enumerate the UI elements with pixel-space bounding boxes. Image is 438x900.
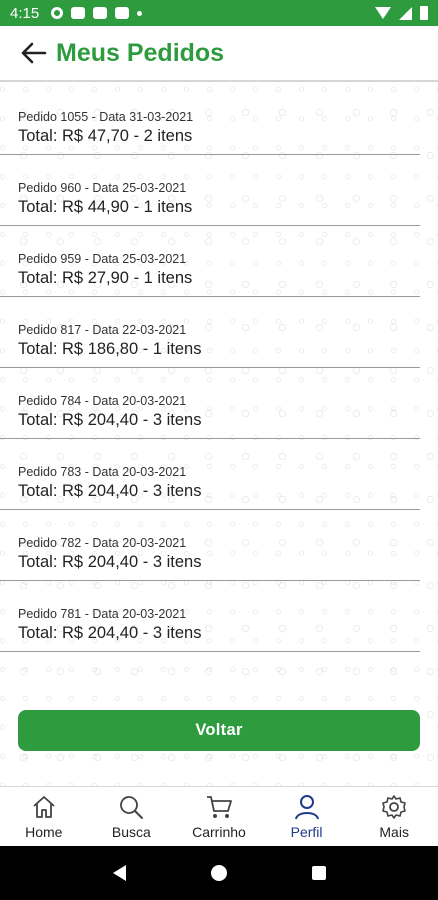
- order-total: Total: R$ 204,40 - 3 itens: [18, 482, 202, 500]
- system-home-icon[interactable]: [210, 865, 227, 881]
- user-icon: [294, 793, 320, 821]
- order-total: Total: R$ 27,90 - 1 itens: [18, 269, 193, 287]
- youtube-notification-icon: [115, 7, 130, 19]
- nav-label: Perfil: [290, 824, 323, 840]
- page-title: Meus Pedidos: [56, 38, 225, 67]
- nav-label: Carrinho: [192, 824, 246, 840]
- arrow-left-icon: [21, 42, 47, 64]
- order-meta: Pedido 782 - Data 20-03-2021: [18, 536, 187, 550]
- notification-icons: [51, 7, 143, 19]
- order-list-item[interactable]: Pedido 783 - Data 20-03-2021 Total: R$ 2…: [0, 439, 420, 510]
- search-icon: [118, 793, 144, 821]
- order-list-item[interactable]: Pedido 960 - Data 25-03-2021 Total: R$ 4…: [0, 155, 420, 226]
- order-meta: Pedido 783 - Data 20-03-2021: [18, 465, 187, 479]
- order-meta: Pedido 959 - Data 25-03-2021: [18, 252, 187, 266]
- youtube-notification-icon: [71, 7, 86, 19]
- settings-notification-icon: [51, 7, 64, 19]
- status-bar: 4:15: [0, 0, 438, 26]
- order-list-item[interactable]: Pedido 1055 - Data 31-03-2021 Total: R$ …: [0, 84, 420, 155]
- signal-icon: [399, 6, 412, 20]
- app-bar: Meus Pedidos: [0, 26, 438, 82]
- youtube-notification-icon: [93, 7, 108, 19]
- back-button[interactable]: [12, 31, 56, 75]
- nav-label: Mais: [379, 824, 409, 840]
- order-list-item[interactable]: Pedido 782 - Data 20-03-2021 Total: R$ 2…: [0, 510, 420, 581]
- nav-item-home[interactable]: Home: [0, 787, 88, 846]
- order-meta: Pedido 781 - Data 20-03-2021: [18, 607, 187, 621]
- nav-item-perfil[interactable]: Perfil: [263, 787, 351, 846]
- system-navigation-bar: [0, 846, 438, 900]
- order-total: Total: R$ 44,90 - 1 itens: [18, 198, 193, 216]
- system-back-icon[interactable]: [112, 865, 126, 881]
- cart-icon: [205, 793, 233, 821]
- more-notifications-dot-icon: [137, 10, 143, 16]
- system-icons: [375, 6, 428, 20]
- order-meta: Pedido 1055 - Data 31-03-2021: [18, 110, 194, 124]
- order-total: Total: R$ 204,40 - 3 itens: [18, 624, 202, 642]
- order-meta: Pedido 817 - Data 22-03-2021: [18, 323, 187, 337]
- gear-icon: [381, 793, 407, 821]
- order-list-item[interactable]: Pedido 817 - Data 22-03-2021 Total: R$ 1…: [0, 297, 420, 368]
- order-list-item[interactable]: Pedido 781 - Data 20-03-2021 Total: R$ 2…: [0, 581, 420, 652]
- order-list-item[interactable]: Pedido 959 - Data 25-03-2021 Total: R$ 2…: [0, 226, 420, 297]
- wifi-icon: [375, 7, 391, 19]
- order-total: Total: R$ 47,70 - 2 itens: [18, 127, 193, 145]
- battery-icon: [420, 6, 428, 20]
- home-icon: [31, 793, 57, 821]
- orders-content[interactable]: Pedido 1055 - Data 31-03-2021 Total: R$ …: [0, 84, 438, 786]
- order-meta: Pedido 784 - Data 20-03-2021: [18, 394, 187, 408]
- nav-label: Busca: [111, 824, 151, 840]
- bottom-nav: Home Busca Carrinho Perfil Mais: [0, 786, 438, 846]
- nav-item-carrinho[interactable]: Carrinho: [175, 787, 263, 846]
- voltar-button[interactable]: Voltar: [18, 710, 420, 751]
- order-total: Total: R$ 204,40 - 3 itens: [18, 411, 202, 429]
- system-recents-icon[interactable]: [311, 866, 326, 880]
- nav-item-mais[interactable]: Mais: [350, 787, 438, 846]
- order-meta: Pedido 960 - Data 25-03-2021: [18, 181, 187, 195]
- order-list-item[interactable]: Pedido 784 - Data 20-03-2021 Total: R$ 2…: [0, 368, 420, 439]
- order-total: Total: R$ 186,80 - 1 itens: [18, 340, 202, 358]
- status-time: 4:15: [10, 4, 40, 22]
- order-total: Total: R$ 204,40 - 3 itens: [18, 553, 202, 571]
- nav-item-busca[interactable]: Busca: [88, 787, 176, 846]
- nav-label: Home: [25, 824, 63, 840]
